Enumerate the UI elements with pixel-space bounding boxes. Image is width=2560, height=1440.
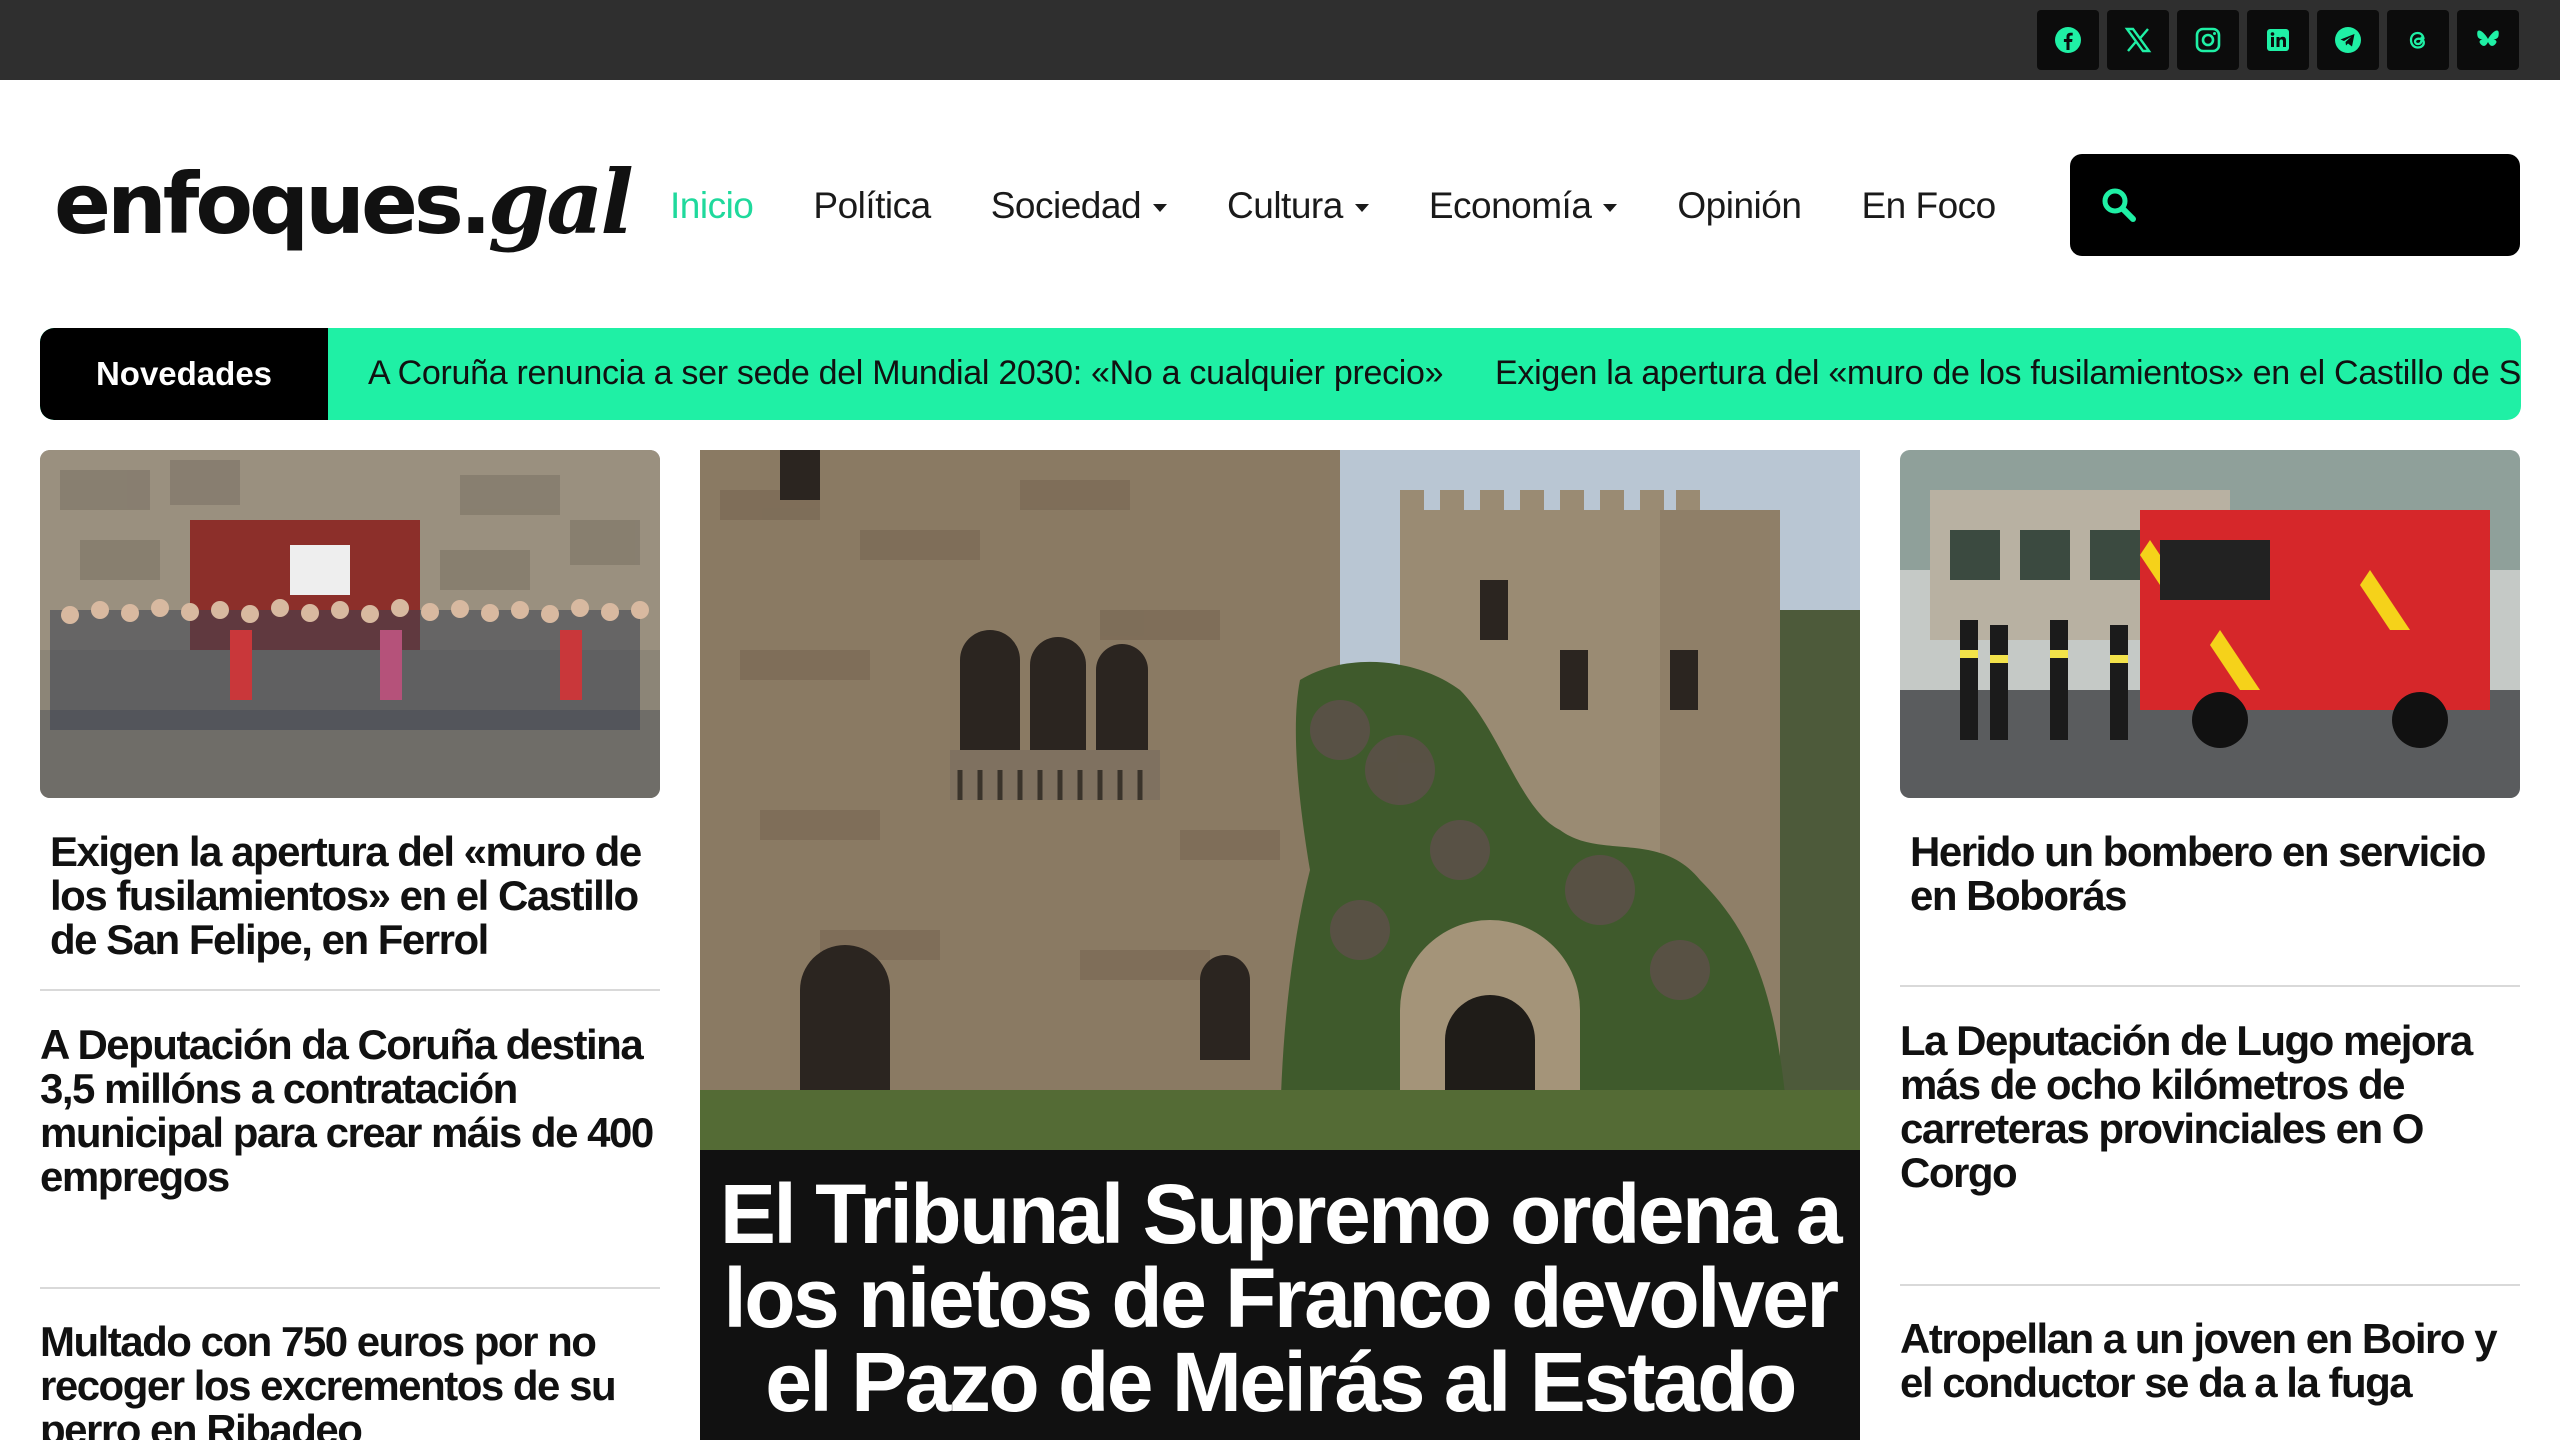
chevron-down-icon <box>1603 204 1618 212</box>
divider <box>1900 1284 2520 1286</box>
chevron-down-icon <box>1354 204 1369 212</box>
news-ticker: Novedades A Coruña renuncia a ser sede d… <box>40 328 2521 420</box>
threads-icon <box>2409 31 2425 49</box>
social-links <box>2037 10 2519 70</box>
search-input[interactable] <box>2150 174 2500 236</box>
logo-wordmark: enfoques. <box>54 155 492 253</box>
linkedin-link[interactable] <box>2247 10 2309 70</box>
nav-en-foco-label: En Foco <box>1861 185 1996 226</box>
x-link[interactable] <box>2107 10 2169 70</box>
nav-cultura[interactable]: Cultura <box>1227 185 1369 227</box>
instagram-icon <box>2195 27 2221 53</box>
search-box <box>2070 154 2520 256</box>
x-icon <box>2124 27 2152 53</box>
article-headline[interactable]: Atropellan a un joven en Boiro y el cond… <box>1900 1317 2520 1405</box>
top-bar <box>0 0 2560 80</box>
nav-economia-label: Economía <box>1428 185 1592 226</box>
divider <box>40 1287 660 1289</box>
article-image-protest-group[interactable] <box>40 450 660 798</box>
nav-cultura-label: Cultura <box>1227 185 1343 226</box>
nav-sociedad[interactable]: Sociedad <box>990 185 1168 227</box>
nav-economia[interactable]: Economía <box>1429 185 1618 227</box>
article-headline[interactable]: Multado con 750 euros por no recoger los… <box>40 1320 660 1440</box>
linkedin-icon <box>2267 29 2289 51</box>
featured-headline[interactable]: El Tribunal Supremo ordena a los nietos … <box>700 1172 1860 1424</box>
site-logo[interactable]: enfoques. gal <box>54 150 634 260</box>
telegram-icon <box>2335 27 2361 53</box>
bluesky-link[interactable] <box>2457 10 2519 70</box>
logo-wordmark-tld: gal <box>487 150 634 254</box>
ticker-item[interactable]: Exigen la apertura del «muro de los fusi… <box>1495 354 2521 393</box>
ticker-label: Novedades <box>40 328 328 420</box>
divider <box>40 989 660 991</box>
article-image-firetruck[interactable] <box>1900 450 2520 798</box>
divider <box>1900 985 2520 987</box>
photo-fire-truck <box>1900 450 2520 798</box>
instagram-link[interactable] <box>2177 10 2239 70</box>
nav-sociedad-label: Sociedad <box>990 185 1142 226</box>
search-icon[interactable] <box>2100 186 2138 224</box>
bluesky-icon <box>2477 30 2499 46</box>
article-headline[interactable]: Herido un bombero en servicio en Boborás <box>1910 830 2510 918</box>
article-headline[interactable]: Exigen la apertura del «muro de los fusi… <box>50 830 660 962</box>
nav-inicio[interactable]: Inicio <box>670 185 754 227</box>
photo-group-at-wall <box>40 450 660 798</box>
nav-politica[interactable]: Política <box>813 185 931 227</box>
nav-opinion[interactable]: Opinión <box>1677 185 1802 227</box>
main-nav: Inicio Política Sociedad Cultura Economí… <box>670 176 2056 236</box>
nav-opinion-label: Opinión <box>1677 185 1802 226</box>
article-headline[interactable]: A Deputación da Coruña destina 3,5 milló… <box>40 1023 660 1199</box>
nav-inicio-label: Inicio <box>670 185 754 226</box>
chevron-down-icon <box>1153 204 1168 212</box>
telegram-link[interactable] <box>2317 10 2379 70</box>
nav-en-foco[interactable]: En Foco <box>1861 185 1996 227</box>
nav-politica-label: Política <box>813 185 931 226</box>
article-headline[interactable]: La Deputación de Lugo mejora más de ocho… <box>1900 1019 2520 1195</box>
featured-article[interactable]: El Tribunal Supremo ordena a los nietos … <box>700 450 1860 1440</box>
threads-link[interactable] <box>2387 10 2449 70</box>
facebook-link[interactable] <box>2037 10 2099 70</box>
facebook-icon <box>2055 27 2081 53</box>
ticker-item[interactable]: A Coruña renuncia a ser sede del Mundial… <box>368 354 1444 393</box>
photo-pazo-de-meiras <box>700 450 1860 1150</box>
